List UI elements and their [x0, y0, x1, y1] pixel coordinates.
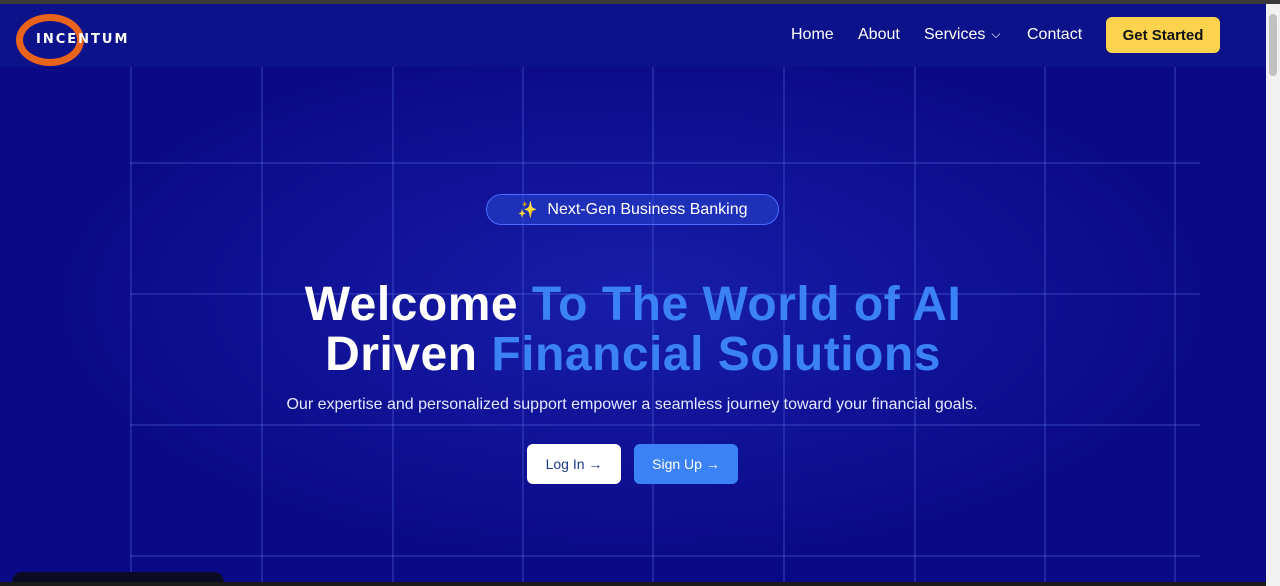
- hero-badge: ✨ Next-Gen Business Banking: [486, 194, 779, 225]
- login-button[interactable]: Log In →: [527, 444, 621, 484]
- grid-line: [130, 424, 1200, 426]
- sparkles-icon: ✨: [517, 201, 538, 219]
- grid-line: [1044, 67, 1046, 586]
- nav-services[interactable]: Services ⌵: [924, 26, 1000, 44]
- chevron-down-icon: ⌵: [991, 27, 1001, 41]
- bottom-edge: [0, 582, 1266, 586]
- headline-highlight-2: Financial Solutions: [491, 328, 941, 381]
- headline-word-welcome: Welcome: [304, 278, 519, 331]
- get-started-button[interactable]: Get Started: [1106, 17, 1220, 53]
- nav-links: Home About Services ⌵ Contact Get Started: [0, 4, 1266, 67]
- nav-services-label: Services: [924, 26, 986, 43]
- signup-button[interactable]: Sign Up →: [634, 444, 738, 484]
- grid-line: [130, 555, 1200, 557]
- scrollbar-thumb[interactable]: [1269, 14, 1277, 76]
- grid-line: [130, 162, 1200, 164]
- grid-line: [130, 67, 132, 586]
- nav-about[interactable]: About: [858, 26, 900, 44]
- headline-highlight-1: To The World of AI: [531, 278, 962, 331]
- nav-contact[interactable]: Contact: [1027, 26, 1082, 44]
- scrollbar[interactable]: [1266, 4, 1280, 586]
- hero-subtitle: Our expertise and personalized support e…: [286, 396, 978, 413]
- hero-headline: Welcome To The World of AI Driven Financ…: [233, 280, 1033, 380]
- headline-word-driven: Driven: [325, 328, 478, 381]
- grid-line: [1174, 67, 1176, 586]
- nav-home[interactable]: Home: [791, 26, 834, 44]
- badge-label: Next-Gen Business Banking: [547, 200, 748, 218]
